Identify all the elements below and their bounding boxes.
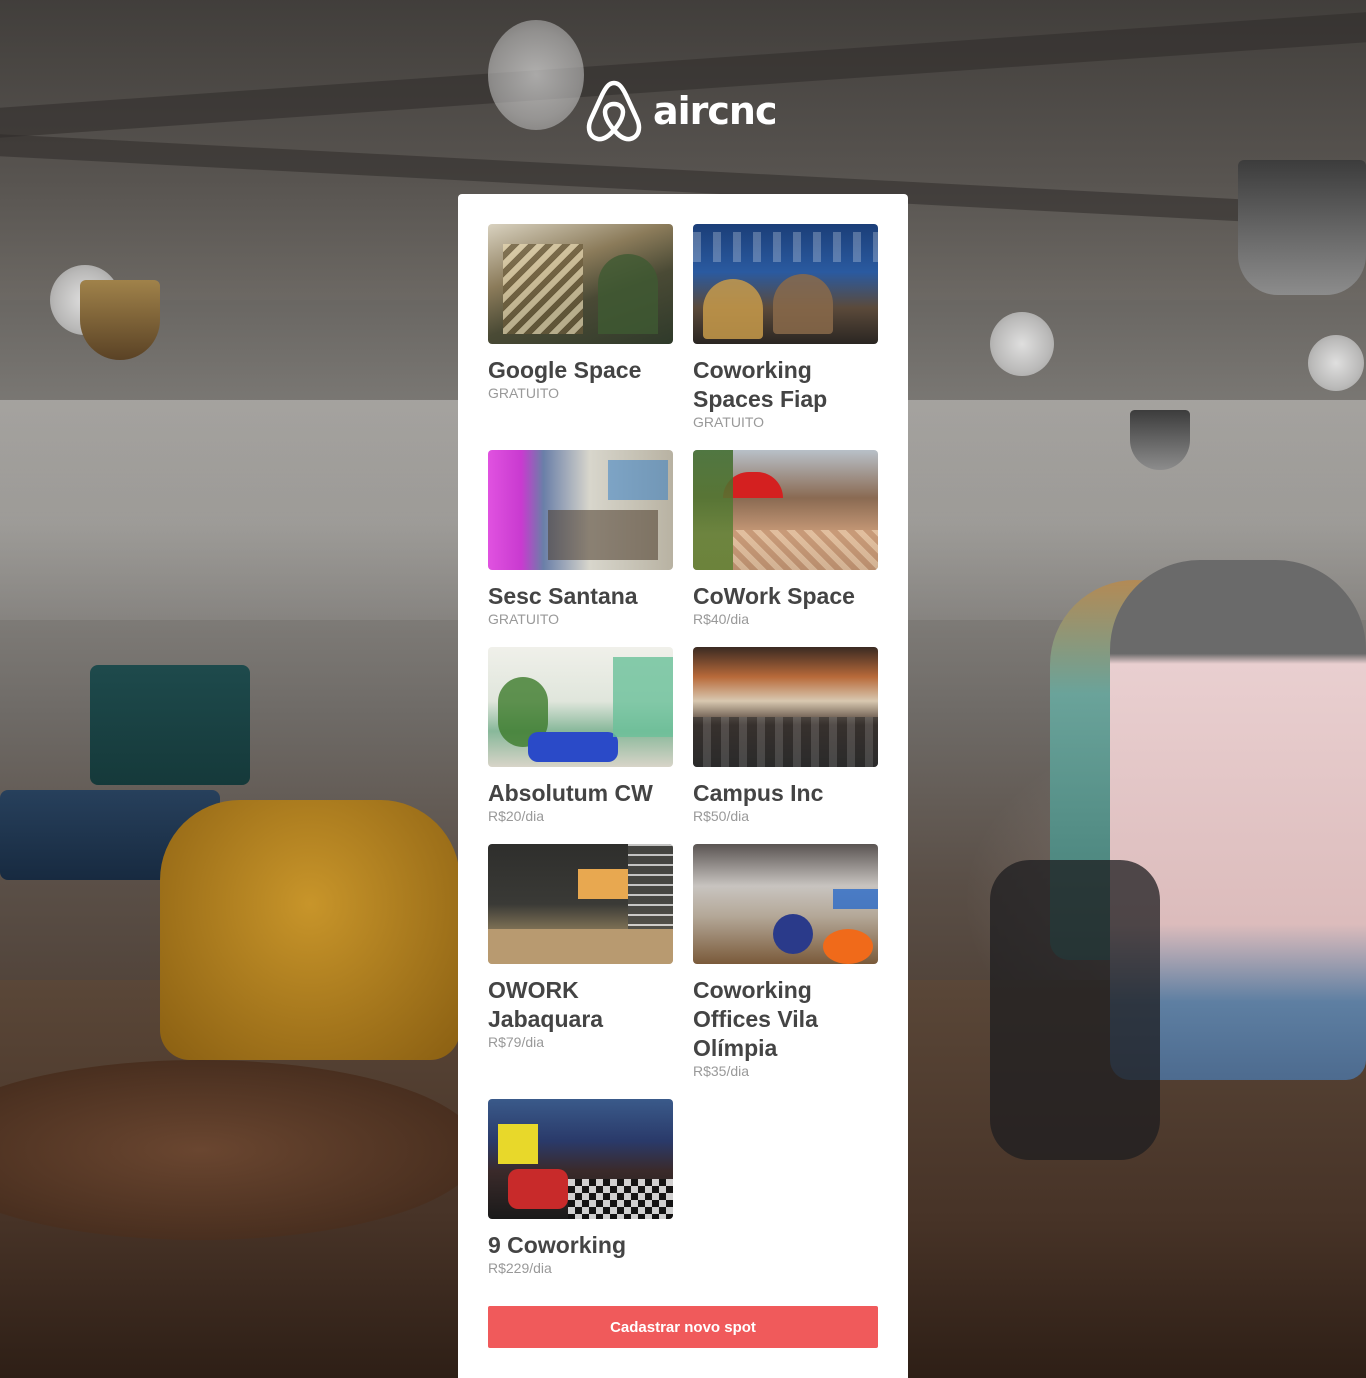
spot-title: Coworking Offices Vila Olímpia [693,977,818,1061]
spot-card[interactable]: CoWork Space R$40/dia [693,450,878,627]
spot-price: R$35/dia [693,1063,750,1079]
spot-title: CoWork Space [693,583,855,609]
spot-thumbnail [488,1099,673,1219]
spot-list-panel: Google Space GRATUITO Coworking Spaces F… [458,194,908,1378]
spot-thumbnail [488,844,673,964]
spot-price: R$40/dia [693,611,750,627]
spot-card[interactable]: Coworking Spaces Fiap GRATUITO [693,224,878,430]
spot-thumbnail [693,450,878,570]
spot-card[interactable]: Google Space GRATUITO [488,224,673,401]
spot-thumbnail [488,647,673,767]
spot-price: GRATUITO [488,611,560,627]
spot-price: GRATUITO [693,414,765,430]
spot-title: 9 Coworking [488,1232,627,1258]
spot-card[interactable]: Absolutum CW R$20/dia [488,647,673,824]
spot-title: Google Space [488,357,642,383]
spot-price: R$50/dia [693,808,750,824]
spot-thumbnail [693,224,878,344]
spot-price: R$229/dia [488,1260,552,1276]
airbnb-belo-icon [586,80,642,142]
spot-thumbnail [693,647,878,767]
brand-logo[interactable]: aircnc [585,78,778,144]
spot-price: GRATUITO [488,385,560,401]
spot-thumbnail [488,450,673,570]
spot-card[interactable]: 9 Coworking R$229/dia [488,1099,673,1276]
new-spot-button[interactable]: Cadastrar novo spot [488,1306,878,1348]
spot-title: OWORK Jabaquara [488,977,604,1032]
spot-title: Sesc Santana [488,583,638,609]
spot-title: Absolutum CW [488,780,653,806]
spot-card[interactable]: Coworking Offices Vila Olímpia R$35/dia [693,844,878,1079]
spot-card[interactable]: Sesc Santana GRATUITO [488,450,673,627]
brand-name: aircnc [653,89,778,133]
spot-title: Coworking Spaces Fiap [693,357,828,412]
spot-thumbnail [488,224,673,344]
spot-card[interactable]: Campus Inc R$50/dia [693,647,878,824]
spot-price: R$79/dia [488,1034,545,1050]
spot-thumbnail [693,844,878,964]
spot-title: Campus Inc [693,780,824,806]
spot-card[interactable]: OWORK Jabaquara R$79/dia [488,844,673,1050]
spot-price: R$20/dia [488,808,545,824]
